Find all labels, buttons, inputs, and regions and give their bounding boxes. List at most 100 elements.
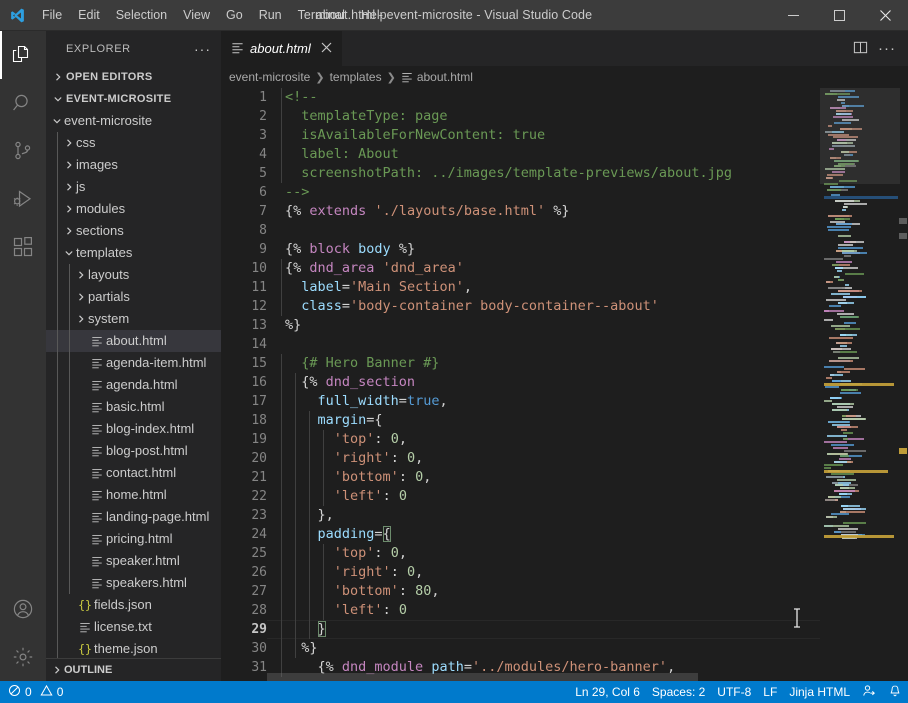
code-line[interactable]: 19 'top': 0, <box>221 430 820 449</box>
scrollbar-thumb[interactable] <box>267 673 699 681</box>
code-line[interactable]: 28 'left': 0 <box>221 601 820 620</box>
tree-item-basic-html[interactable]: basic.html <box>46 396 221 418</box>
menu-terminal[interactable]: Terminal <box>290 4 353 26</box>
tree-item-license-txt[interactable]: license.txt <box>46 616 221 638</box>
tree-item-templates[interactable]: templates <box>46 242 221 264</box>
menu-selection[interactable]: Selection <box>108 4 175 26</box>
tree-item-landing-page-html[interactable]: landing-page.html <box>46 506 221 528</box>
tree-item-fields-json[interactable]: {} fields.json <box>46 594 221 616</box>
code-line[interactable]: 17 full_width=true, <box>221 392 820 411</box>
code-line[interactable]: 4 label: About <box>221 145 820 164</box>
code-line[interactable]: 13%} <box>221 316 820 335</box>
tree-item-about-html[interactable]: about.html <box>46 330 221 352</box>
section-workspace[interactable]: EVENT-MICROSITE <box>46 88 221 110</box>
tree-item-system[interactable]: system <box>46 308 221 330</box>
code-line[interactable]: 6 --> <box>221 183 820 202</box>
code-editor[interactable]: 1 <!-- 2 templateType: page 3 isAvailableFo… <box>221 88 908 681</box>
ellipsis-icon[interactable]: ··· <box>878 41 896 56</box>
status-problems[interactable]: 0 0 <box>2 681 69 703</box>
status-feedback[interactable] <box>856 681 882 703</box>
code-line[interactable]: 23 }, <box>221 506 820 525</box>
code-line[interactable]: 22 'left': 0 <box>221 487 820 506</box>
activity-run-debug[interactable] <box>0 175 46 223</box>
activity-accounts[interactable] <box>0 585 46 633</box>
status-indentation[interactable]: Spaces: 2 <box>646 681 711 703</box>
code-line[interactable]: 24 padding={ <box>221 525 820 544</box>
code-line[interactable]: 26 'right': 0, <box>221 563 820 582</box>
menu-help[interactable]: Help <box>353 4 395 26</box>
minimize-icon[interactable] <box>770 0 816 30</box>
code-line[interactable]: 10 {% dnd_area 'dnd_area' <box>221 259 820 278</box>
tree-item-modules[interactable]: modules <box>46 198 221 220</box>
code-line[interactable]: 30 %} <box>221 639 820 658</box>
code-line[interactable]: 2 templateType: page <box>221 107 820 126</box>
breadcrumb-item-project[interactable]: event-microsite <box>229 70 310 84</box>
code-line[interactable]: 25 'top': 0, <box>221 544 820 563</box>
code-line[interactable]: 5 screenshotPath: ../images/template-pre… <box>221 164 820 183</box>
code-line[interactable]: 20 'right': 0, <box>221 449 820 468</box>
tree-item-contact-html[interactable]: contact.html <box>46 462 221 484</box>
close-icon[interactable] <box>862 0 908 30</box>
status-eol[interactable]: LF <box>757 681 783 703</box>
ellipsis-icon[interactable]: ··· <box>194 42 211 56</box>
activity-extensions[interactable] <box>0 223 46 271</box>
tree-item-agenda-item-html[interactable]: agenda-item.html <box>46 352 221 374</box>
status-cursor-position[interactable]: Ln 29, Col 6 <box>569 681 646 703</box>
menu-view[interactable]: View <box>175 4 218 26</box>
minimap-code-line <box>832 409 847 411</box>
breadcrumb-item-folder[interactable]: templates <box>330 70 382 84</box>
tree-item-sections[interactable]: sections <box>46 220 221 242</box>
breadcrumb-item-file[interactable]: about.html <box>401 70 473 84</box>
tree-item-speaker-html[interactable]: speaker.html <box>46 550 221 572</box>
code-line[interactable]: 3 isAvailableForNewContent: true <box>221 126 820 145</box>
code-line[interactable]: 15 {# Hero Banner #} <box>221 354 820 373</box>
code-line[interactable]: 8 <box>221 221 820 240</box>
code-line[interactable]: 11 label='Main Section', <box>221 278 820 297</box>
menu-go[interactable]: Go <box>218 4 251 26</box>
minimap[interactable] <box>820 88 908 681</box>
activity-search[interactable] <box>0 79 46 127</box>
maximize-icon[interactable] <box>816 0 862 30</box>
tab-about-html[interactable]: about.html <box>221 31 343 66</box>
activity-explorer[interactable] <box>0 31 46 79</box>
breadcrumb-label: about.html <box>416 70 473 84</box>
tree-item-theme-json[interactable]: {} theme.json <box>46 638 221 658</box>
code-line[interactable]: 12 class='body-container body-container-… <box>221 297 820 316</box>
split-editor-icon[interactable] <box>853 40 868 58</box>
status-notifications[interactable] <box>882 681 908 703</box>
close-icon[interactable] <box>321 41 332 56</box>
minimap-viewport-slider[interactable] <box>820 88 900 184</box>
code-line[interactable]: 7 {% extends './layouts/base.html' %} <box>221 202 820 221</box>
horizontal-scrollbar[interactable] <box>267 673 820 681</box>
code-line[interactable]: 16 {% dnd_section <box>221 373 820 392</box>
code-line[interactable]: 9 {% block body %} <box>221 240 820 259</box>
menu-file[interactable]: File <box>34 4 70 26</box>
tree-item-home-html[interactable]: home.html <box>46 484 221 506</box>
tree-item-agenda-html[interactable]: agenda.html <box>46 374 221 396</box>
status-encoding[interactable]: UTF-8 <box>711 681 757 703</box>
section-outline[interactable]: OUTLINE <box>46 658 221 681</box>
tree-item-layouts[interactable]: layouts <box>46 264 221 286</box>
tree-item-partials[interactable]: partials <box>46 286 221 308</box>
menu-edit[interactable]: Edit <box>70 4 108 26</box>
section-open-editors[interactable]: OPEN EDITORS <box>46 66 221 88</box>
activity-source-control[interactable] <box>0 127 46 175</box>
tree-item-blog-index-html[interactable]: blog-index.html <box>46 418 221 440</box>
status-language-mode[interactable]: Jinja HTML <box>783 681 856 703</box>
code-line[interactable]: 29 } <box>221 620 820 639</box>
tree-item-js[interactable]: js <box>46 176 221 198</box>
tree-item-blog-post-html[interactable]: blog-post.html <box>46 440 221 462</box>
code-line[interactable]: 21 'bottom': 0, <box>221 468 820 487</box>
tree-item-event-microsite[interactable]: event-microsite <box>46 110 221 132</box>
code-line[interactable]: 14 <box>221 335 820 354</box>
code-scroll-region[interactable]: 1 <!-- 2 templateType: page 3 isAvailableFo… <box>221 88 820 681</box>
tree-item-css[interactable]: css <box>46 132 221 154</box>
activity-manage-gear-icon[interactable] <box>0 633 46 681</box>
menu-run[interactable]: Run <box>251 4 290 26</box>
code-line[interactable]: 1 <!-- <box>221 88 820 107</box>
tree-item-images[interactable]: images <box>46 154 221 176</box>
tree-item-speakers-html[interactable]: speakers.html <box>46 572 221 594</box>
code-line[interactable]: 27 'bottom': 80, <box>221 582 820 601</box>
code-line[interactable]: 18 margin={ <box>221 411 820 430</box>
tree-item-pricing-html[interactable]: pricing.html <box>46 528 221 550</box>
